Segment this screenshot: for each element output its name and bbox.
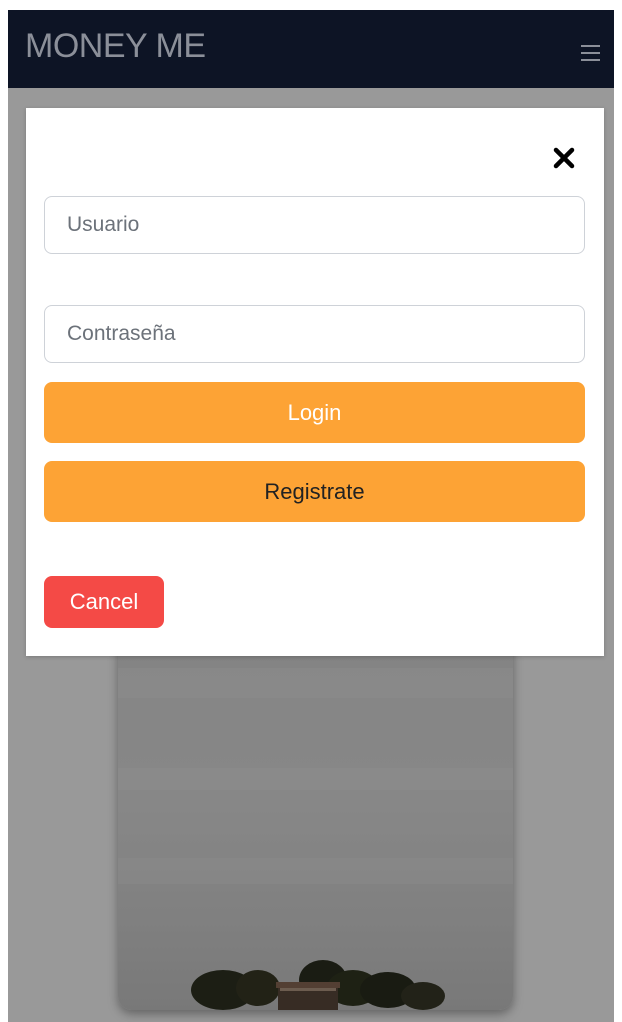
close-icon-glyph: [553, 147, 575, 169]
register-button[interactable]: Registrate: [44, 461, 585, 522]
menu-bar: [581, 59, 600, 61]
navbar: MONEY ME: [8, 10, 614, 88]
menu-bar: [581, 45, 600, 47]
brand-logo[interactable]: MONEY ME: [25, 26, 206, 66]
login-modal: Login Registrate Cancel: [26, 108, 604, 656]
password-input[interactable]: [44, 305, 585, 363]
login-button[interactable]: Login: [44, 382, 585, 443]
hamburger-menu-icon[interactable]: [581, 45, 600, 61]
username-input[interactable]: [44, 196, 585, 254]
menu-bar: [581, 52, 600, 54]
app-frame: MONEY ME Usuario Login Registrate Cancel: [8, 10, 614, 1022]
close-icon[interactable]: [552, 146, 576, 170]
cancel-button[interactable]: Cancel: [44, 576, 164, 628]
